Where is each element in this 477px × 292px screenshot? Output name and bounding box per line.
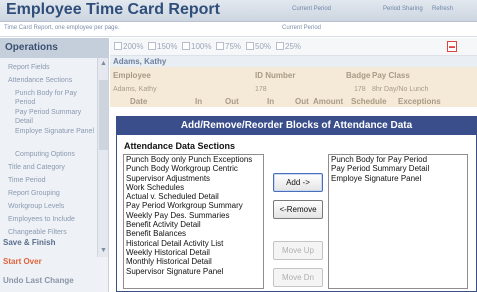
zoom-25-button[interactable]: 25% bbox=[276, 42, 301, 51]
zoom-100-button[interactable]: 100% bbox=[182, 42, 211, 51]
zoom-toolbar: 200% 150% 100% 75% 50% 25% ▬ bbox=[110, 38, 477, 56]
zoom-icon bbox=[276, 42, 284, 50]
list-item[interactable]: Weekly Historical Detail bbox=[124, 248, 263, 257]
col-id-number: ID Number bbox=[255, 71, 296, 80]
val-pay-class: 8hr Day/No Lunch bbox=[372, 86, 429, 93]
scroll-up-icon[interactable]: ▲ bbox=[99, 59, 108, 68]
operations-header: Operations bbox=[0, 38, 109, 58]
start-over-link[interactable]: Start Over bbox=[0, 257, 96, 266]
employee-name-banner: Adams, Kathy bbox=[110, 56, 477, 67]
list-item[interactable]: Historical Detail Activity List bbox=[124, 239, 263, 248]
sidebar-item[interactable]: Employees to Include bbox=[8, 215, 96, 224]
list-item[interactable]: Weekly Pay Des. Summaries bbox=[124, 211, 263, 220]
col-exceptions: Exceptions bbox=[398, 97, 441, 106]
refresh-link[interactable]: Refresh bbox=[432, 6, 453, 12]
col-in-1: In bbox=[195, 97, 203, 106]
remove-button[interactable]: <-Remove bbox=[273, 200, 323, 219]
list-item[interactable]: Pay Period Workgroup Summary bbox=[124, 201, 263, 210]
zoom-50-button[interactable]: 50% bbox=[246, 42, 271, 51]
report-description-bar: Time Card Report, one employee per page.… bbox=[0, 22, 477, 37]
sidebar-item[interactable]: Computing Options bbox=[15, 150, 95, 159]
sidebar-item[interactable]: Workgroup Levels bbox=[8, 202, 96, 211]
sidebar-item[interactable]: Changeable Filters bbox=[8, 228, 96, 236]
list-item[interactable]: Pay Period Summary Detail bbox=[329, 164, 467, 173]
title-bar: Employee Time Card Report Current Period… bbox=[0, 0, 477, 22]
col-out-1: Out bbox=[225, 97, 239, 106]
list-item[interactable]: Actual v. Scheduled Detail bbox=[124, 192, 263, 201]
list-item[interactable]: Supervisor Adjustments bbox=[124, 174, 263, 183]
pdf-icon[interactable]: ▬ bbox=[447, 41, 457, 52]
sidebar-item[interactable]: Title and Category bbox=[8, 163, 96, 172]
add-button[interactable]: Add -> bbox=[273, 173, 323, 192]
zoom-icon bbox=[182, 42, 190, 50]
zoom-icon bbox=[114, 42, 122, 50]
scroll-down-icon[interactable]: ▼ bbox=[99, 246, 108, 255]
col-employee: Employee bbox=[113, 71, 151, 80]
sidebar-item[interactable]: Employe Signature Panel bbox=[15, 127, 95, 136]
sidebar-nav: Report Fields Attendance Sections Punch Bo… bbox=[0, 58, 96, 236]
sidebar-item[interactable]: Pay Period Summary Detail bbox=[15, 108, 95, 126]
undo-last-change-link[interactable]: Undo Last Change bbox=[0, 276, 96, 285]
period-sharing-link[interactable]: Period Sharing bbox=[383, 6, 423, 12]
list-item[interactable]: Supervisor Signature Panel bbox=[124, 267, 263, 276]
list-item[interactable]: Benefit Activity Detail bbox=[124, 220, 263, 229]
available-sections-list[interactable]: Punch Body only Punch Exceptions Punch Bo… bbox=[123, 154, 264, 289]
current-period-link[interactable]: Current Period bbox=[292, 6, 331, 12]
zoom-150-button[interactable]: 150% bbox=[148, 42, 177, 51]
list-item[interactable]: Punch Body for Pay Period bbox=[329, 155, 467, 164]
move-up-button[interactable]: Move Up bbox=[273, 241, 323, 260]
col-amount: Amount bbox=[313, 97, 344, 106]
col-date: Date bbox=[130, 97, 148, 106]
list-item[interactable]: Monthly Historical Detail bbox=[124, 257, 263, 266]
col-pay-class: Pay Class bbox=[372, 71, 410, 80]
col-out-2: Out bbox=[295, 97, 309, 106]
col-in-2: In bbox=[267, 97, 275, 106]
zoom-icon bbox=[216, 42, 224, 50]
sidebar-scrollbar[interactable]: ▲ ▼ bbox=[97, 58, 108, 257]
report-description: Time Card Report, one employee per page. bbox=[4, 25, 120, 31]
report-header-block: Employee ID Number Badge Pay Class Adams… bbox=[110, 67, 477, 107]
list-item[interactable]: Employe Signature Panel bbox=[329, 174, 467, 183]
col-badge: Badge bbox=[346, 71, 371, 80]
selected-sections-list[interactable]: Punch Body for Pay Period Pay Period Summ… bbox=[328, 154, 468, 289]
attendance-blocks-dialog: Add/Remove/Reorder Blocks of Attendance … bbox=[116, 116, 477, 292]
page-title: Employee Time Card Report bbox=[6, 1, 220, 18]
dialog-title: Add/Remove/Reorder Blocks of Attendance … bbox=[117, 117, 476, 135]
val-badge: 178 bbox=[354, 86, 366, 93]
val-id-number: 178 bbox=[255, 86, 267, 93]
list-item[interactable]: Work Schedules bbox=[124, 183, 263, 192]
save-finish-link[interactable]: Save & Finish bbox=[0, 238, 96, 247]
val-employee: Adams, Kathy bbox=[113, 86, 157, 93]
zoom-200-button[interactable]: 200% bbox=[114, 42, 143, 51]
zoom-75-button[interactable]: 75% bbox=[216, 42, 241, 51]
sidebar-item[interactable]: Punch Body for Pay Period bbox=[15, 89, 95, 107]
scroll-thumb[interactable] bbox=[99, 80, 108, 150]
list-item[interactable]: Punch Body only Punch Exceptions bbox=[124, 155, 263, 164]
list-item[interactable]: Punch Body Workgroup Centric bbox=[124, 164, 263, 173]
zoom-icon bbox=[246, 42, 254, 50]
sidebar-item[interactable]: Report Grouping bbox=[8, 189, 96, 198]
sidebar-item[interactable]: Attendance Sections bbox=[8, 76, 96, 85]
sidebar-item[interactable]: Report Fields bbox=[8, 63, 96, 72]
sidebar: Operations Report Fields Attendance Secti… bbox=[0, 38, 109, 292]
col-schedule: Schedule bbox=[351, 97, 387, 106]
current-period-label: Current Period bbox=[282, 25, 322, 31]
attendance-sections-label: Attendance Data Sections bbox=[124, 141, 236, 151]
list-item[interactable]: Benefit Balances bbox=[124, 229, 263, 238]
sidebar-item[interactable]: Time Period bbox=[8, 176, 96, 185]
move-down-button[interactable]: Move Dn bbox=[273, 268, 323, 287]
zoom-icon bbox=[148, 42, 156, 50]
